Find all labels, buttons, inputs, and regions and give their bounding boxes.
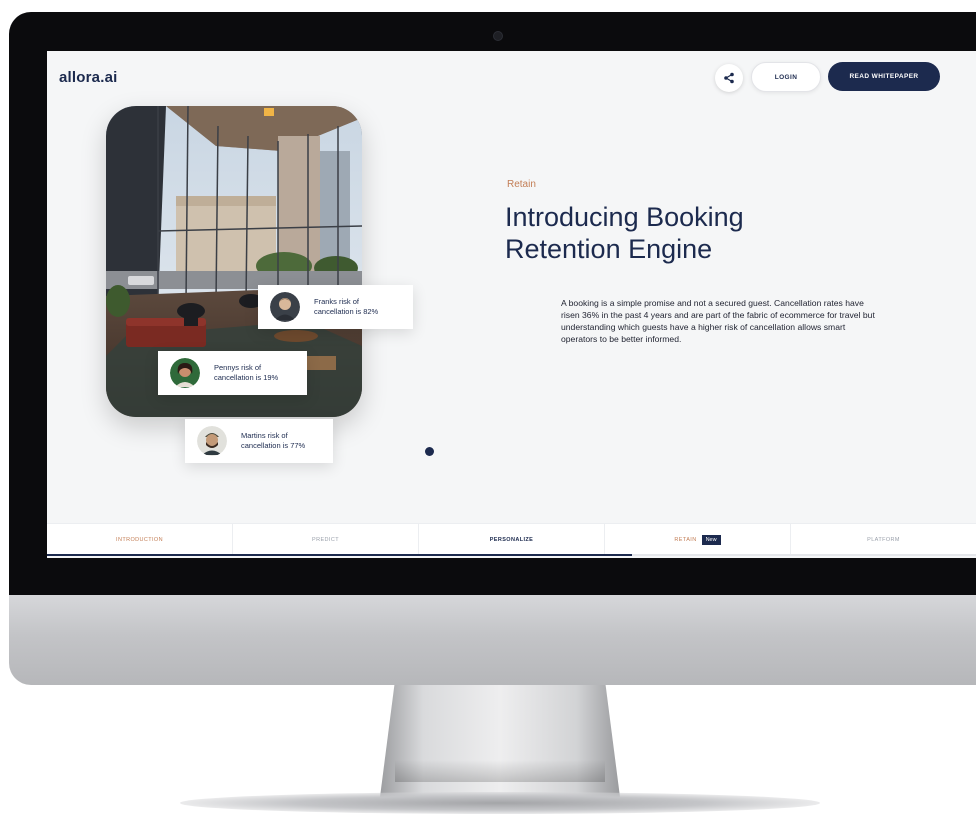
section-nav: INTRODUCTION PREDICT PERSONALIZE RETAIN … (47, 523, 976, 555)
share-icon (724, 72, 734, 84)
tab-introduction[interactable]: INTRODUCTION (47, 524, 233, 555)
risk-card-pennys: Pennys risk of cancellation is 19% (158, 351, 307, 395)
camera-icon (493, 31, 503, 41)
login-button[interactable]: LOGIN (751, 62, 821, 92)
screen: allora.ai LOGIN READ WHITEPAPER Franks r… (47, 51, 976, 558)
share-button[interactable] (715, 64, 743, 92)
risk-text-pennys: Pennys risk of cancellation is 19% (214, 363, 279, 382)
slide-pager-dot[interactable] (425, 447, 434, 456)
tab-introduction-label: INTRODUCTION (116, 536, 163, 543)
tab-predict[interactable]: PREDICT (233, 524, 419, 555)
stand-shadow (395, 760, 605, 782)
tab-predict-label: PREDICT (312, 536, 339, 543)
tab-platform[interactable]: PLATFORM (791, 524, 976, 555)
section-eyebrow: Retain (507, 179, 536, 190)
risk-card-franks: Franks risk of cancellation is 82% (258, 285, 413, 329)
new-badge: New (701, 534, 721, 545)
section-progress-track (47, 554, 976, 556)
tab-retain-label: RETAIN (674, 536, 697, 543)
hero-body: A booking is a simple promise and not a … (561, 298, 875, 344)
section-progress-fill (47, 554, 633, 556)
risk-text-martins: Martins risk of cancellation is 77% (241, 431, 306, 450)
monitor-chin (9, 595, 976, 685)
page-title: Introducing Booking Retention Engine (505, 202, 744, 264)
avatar-martins (197, 426, 227, 456)
avatar-franks (270, 292, 300, 322)
tab-personalize[interactable]: PERSONALIZE (419, 524, 605, 555)
risk-card-martins: Martins risk of cancellation is 77% (185, 419, 333, 463)
read-whitepaper-button[interactable]: READ WHITEPAPER (828, 62, 940, 91)
tab-personalize-label: PERSONALIZE (489, 536, 534, 543)
avatar-pennys (170, 358, 200, 388)
tab-platform-label: PLATFORM (867, 536, 900, 543)
stand-base (180, 792, 820, 814)
tab-retain[interactable]: RETAIN New (605, 524, 791, 555)
brand-logo[interactable]: allora.ai (59, 69, 118, 86)
risk-text-franks: Franks risk of cancellation is 82% (314, 297, 379, 316)
